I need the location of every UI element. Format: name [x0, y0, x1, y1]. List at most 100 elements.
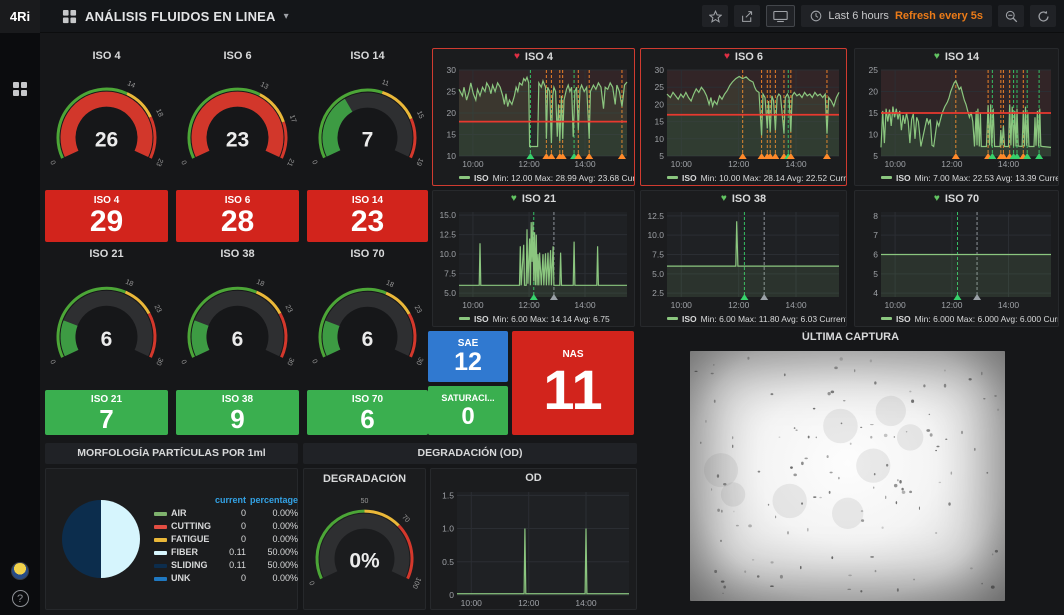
- section-header-morphology[interactable]: MORFOLOGÍA PARTÍCULAS POR 1ml: [45, 443, 298, 464]
- section-header-degradation[interactable]: DEGRADACIÓN (OD): [303, 443, 637, 464]
- series-label[interactable]: FATIGUE: [169, 532, 213, 545]
- svg-text:0.5: 0.5: [442, 557, 454, 567]
- chevron-down-icon: ▾: [284, 11, 289, 22]
- dashboards-icon[interactable]: [0, 72, 40, 106]
- chart-svg: 8765410:0012:0014:00: [855, 207, 1058, 311]
- panel-chart-iso70[interactable]: ♥ ISO 70 8765410:0012:0014:00 ISOMin: 6.…: [854, 190, 1059, 327]
- zoom-out-button[interactable]: [998, 5, 1024, 27]
- gauge-svg: 014182326: [45, 65, 168, 186]
- svg-text:5: 5: [873, 151, 878, 161]
- gauge-iso38: 01823306: [176, 263, 299, 386]
- panel-title[interactable]: ISO 70: [945, 193, 979, 205]
- panel-title[interactable]: ISO 6: [735, 51, 763, 63]
- panel-morphology[interactable]: current percentage AIR00.00%CUTTING00.00…: [45, 468, 298, 610]
- series-swatch: [152, 506, 169, 519]
- gauge-iso14: 01115197: [307, 65, 428, 186]
- stat-iso38[interactable]: ISO 38 9: [176, 390, 299, 435]
- svg-text:50: 50: [361, 498, 369, 505]
- page-title: ANÁLISIS FLUIDOS EN LINEA: [85, 9, 276, 24]
- panel-title[interactable]: ISO 21: [45, 248, 168, 263]
- series-label[interactable]: CUTTING: [169, 519, 213, 532]
- panel-title[interactable]: ISO 38: [176, 248, 299, 263]
- refresh-interval-label: Refresh every 5s: [895, 10, 983, 22]
- user-avatar[interactable]: [11, 562, 29, 580]
- svg-text:10:00: 10:00: [884, 300, 906, 310]
- panel-chart-iso4[interactable]: ♥ ISO 4 302520151010:0012:0014:00 ISOMin…: [432, 48, 635, 186]
- share-button[interactable]: [734, 5, 760, 27]
- panel-last-capture[interactable]: ÚLTIMA CAPTURA: [641, 331, 1060, 612]
- svg-text:17: 17: [288, 114, 297, 124]
- chart-od[interactable]: 1.51.00.5010:0012:0014:00: [431, 487, 636, 609]
- panel-title[interactable]: DEGRADACIÓN: [304, 473, 425, 486]
- svg-text:30: 30: [285, 356, 295, 366]
- svg-text:5.0: 5.0: [444, 288, 456, 298]
- grid-icon: [62, 9, 77, 24]
- svg-text:10:00: 10:00: [461, 598, 483, 608]
- series-label[interactable]: FIBER: [169, 545, 213, 558]
- gauge-svg: 01823306: [176, 263, 299, 386]
- chart-iso14[interactable]: 25201510510:0012:0014:00: [855, 65, 1058, 170]
- panel-chart-iso38[interactable]: ♥ ISO 38 12.510.07.55.02.510:0012:0014:0…: [640, 190, 847, 327]
- time-range-picker[interactable]: Last 6 hours Refresh every 5s: [801, 5, 992, 27]
- panel-chart-od[interactable]: OD 1.51.00.5010:0012:0014:00: [430, 468, 637, 610]
- series-percentage: 0.00%: [248, 532, 300, 545]
- stat-iso6[interactable]: ISO 6 28: [176, 190, 299, 242]
- org-logo[interactable]: 4Ri: [0, 0, 40, 33]
- svg-text:30: 30: [655, 65, 665, 75]
- panel-title[interactable]: ISO 6: [176, 50, 299, 65]
- chart-iso4[interactable]: 302520151010:0012:0014:00: [433, 65, 634, 170]
- chart-iso70[interactable]: 8765410:0012:0014:00: [855, 207, 1058, 311]
- series-percentage: 50.00%: [248, 558, 300, 571]
- morphology-pie-chart[interactable]: [62, 500, 140, 578]
- stat-iso21[interactable]: ISO 21 7: [45, 390, 168, 435]
- svg-text:25: 25: [447, 87, 457, 97]
- morphology-row: FATIGUE00.00%: [152, 532, 300, 545]
- panel-chart-iso21[interactable]: ♥ ISO 21 15.012.510.07.55.010:0012:0014:…: [432, 190, 635, 327]
- chart-iso21[interactable]: 15.012.510.07.55.010:0012:0014:00: [433, 207, 634, 311]
- panel-chart-iso14[interactable]: ♥ ISO 14 25201510510:0012:0014:00 ISOMin…: [854, 48, 1059, 186]
- panel-gauge-iso14[interactable]: ISO 14 01115197: [307, 48, 428, 186]
- chart-svg: 15.012.510.07.55.010:0012:0014:00: [433, 207, 634, 311]
- panel-title[interactable]: ISO 38: [732, 193, 766, 205]
- panel-title[interactable]: ISO 4: [45, 50, 168, 65]
- tv-cycle-button[interactable]: [766, 5, 795, 27]
- star-button[interactable]: [702, 5, 728, 27]
- panel-chart-iso6[interactable]: ♥ ISO 6 3025201510510:0012:0014:00 ISOMi…: [640, 48, 847, 186]
- panel-title[interactable]: ISO 70: [307, 248, 428, 263]
- panel-title[interactable]: ÚLTIMA CAPTURA: [641, 331, 1060, 346]
- panel-title[interactable]: OD: [525, 472, 542, 484]
- chart-iso38[interactable]: 12.510.07.55.02.510:0012:0014:00: [641, 207, 846, 311]
- chart-legend: ISOMin: 6.000 Max: 6.000 Avg: 6.000 Curr…: [855, 311, 1058, 326]
- stat-iso14[interactable]: ISO 14 23: [307, 190, 428, 242]
- help-icon[interactable]: ?: [12, 590, 29, 607]
- stat-sae[interactable]: SAE 12: [428, 331, 508, 382]
- series-label[interactable]: AIR: [169, 506, 213, 519]
- grid-icon: [12, 81, 28, 97]
- svg-text:30: 30: [154, 356, 164, 366]
- series-label[interactable]: SLIDING: [169, 558, 213, 571]
- stat-saturacion[interactable]: SATURACI... 0: [428, 386, 508, 435]
- column-header-current: current: [213, 494, 248, 506]
- panel-gauge-iso38[interactable]: ISO 38 01823306: [176, 246, 299, 386]
- panel-title[interactable]: ISO 14: [307, 50, 428, 65]
- panel-title[interactable]: ISO 14: [945, 51, 979, 63]
- svg-text:18: 18: [385, 280, 395, 290]
- svg-text:6: 6: [232, 328, 244, 351]
- stat-nas[interactable]: NAS 11: [512, 331, 634, 435]
- panel-gauge-iso70[interactable]: ISO 70 01823306: [307, 246, 428, 386]
- gauge-svg: 01115197: [307, 65, 428, 186]
- panel-title[interactable]: ISO 4: [525, 51, 553, 63]
- panel-gauge-degradacion[interactable]: DEGRADACIÓN 050701000%: [303, 468, 426, 610]
- stat-iso4[interactable]: ISO 4 29: [45, 190, 168, 242]
- panel-title[interactable]: ISO 21: [522, 193, 556, 205]
- svg-text:8: 8: [873, 211, 878, 221]
- chart-legend: ISOMin: 6.00 Max: 11.80 Avg: 6.03 Curren…: [641, 311, 846, 326]
- chart-iso6[interactable]: 3025201510510:0012:0014:00: [641, 65, 846, 170]
- dashboard-title-menu[interactable]: ANÁLISIS FLUIDOS EN LINEA ▾: [62, 9, 289, 24]
- stat-iso70[interactable]: ISO 70 6: [307, 390, 428, 435]
- panel-gauge-iso4[interactable]: ISO 4 014182326: [45, 48, 168, 186]
- refresh-button[interactable]: [1030, 5, 1056, 27]
- series-label[interactable]: UNK: [169, 571, 213, 584]
- panel-gauge-iso21[interactable]: ISO 21 01823306: [45, 246, 168, 386]
- panel-gauge-iso6[interactable]: ISO 6 013172123: [176, 48, 299, 186]
